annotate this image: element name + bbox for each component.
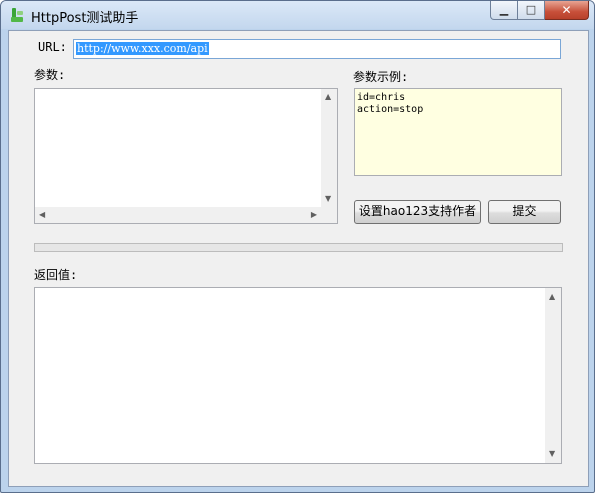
set-author-button[interactable]: 设置hao123支持作者 [354, 200, 481, 224]
close-icon: ✕ [561, 3, 572, 17]
arrow-left-icon[interactable]: ◀ [39, 211, 45, 219]
progress-bar [34, 243, 563, 252]
window-controls: ▁ □ ✕ [490, 1, 589, 21]
arrow-down-icon[interactable]: ▼ [549, 450, 555, 458]
submit-button[interactable]: 提交 [488, 200, 561, 224]
title-bar[interactable]: HttpPost测试助手 ▁ □ ✕ [1, 1, 594, 29]
params-label: 参数: [34, 68, 66, 82]
arrow-up-icon[interactable]: ▲ [549, 293, 555, 301]
result-label: 返回值: [34, 268, 78, 282]
maximize-button[interactable]: □ [518, 1, 545, 20]
example-line: id=chris [357, 92, 406, 103]
arrow-up-icon[interactable]: ▲ [325, 93, 331, 101]
window-title: HttpPost测试助手 [31, 11, 139, 26]
url-input[interactable]: http://www.xxx.com/api [73, 39, 561, 59]
params-vertical-scrollbar[interactable]: ▲ ▼ [321, 89, 337, 207]
maximize-icon: □ [525, 3, 537, 16]
arrow-right-icon[interactable]: ▶ [311, 211, 317, 219]
url-input-value: http://www.xxx.com/api [76, 42, 209, 55]
example-label: 参数示例: [353, 70, 409, 84]
client-area: URL: http://www.xxx.com/api 参数: ▲ ▼ ◀ ▶ … [8, 30, 589, 487]
result-vertical-scrollbar[interactable]: ▲ ▼ [545, 288, 561, 463]
example-line: action=stop [357, 104, 424, 115]
minimize-button[interactable]: ▁ [490, 1, 518, 20]
params-horizontal-scrollbar[interactable]: ◀ ▶ [35, 207, 321, 223]
scrollbar-corner [321, 207, 337, 223]
arrow-down-icon[interactable]: ▼ [325, 195, 331, 203]
url-label: URL: [38, 40, 67, 54]
params-textarea[interactable]: ▲ ▼ ◀ ▶ [34, 88, 338, 224]
app-window: HttpPost测试助手 ▁ □ ✕ URL: http://www.xxx.c… [0, 0, 595, 493]
example-textarea[interactable]: id=chris action=stop [354, 88, 562, 176]
close-button[interactable]: ✕ [545, 1, 589, 20]
httppost-app-icon [11, 8, 23, 22]
minimize-icon: ▁ [499, 3, 509, 16]
result-textarea[interactable]: ▲ ▼ [34, 287, 562, 464]
